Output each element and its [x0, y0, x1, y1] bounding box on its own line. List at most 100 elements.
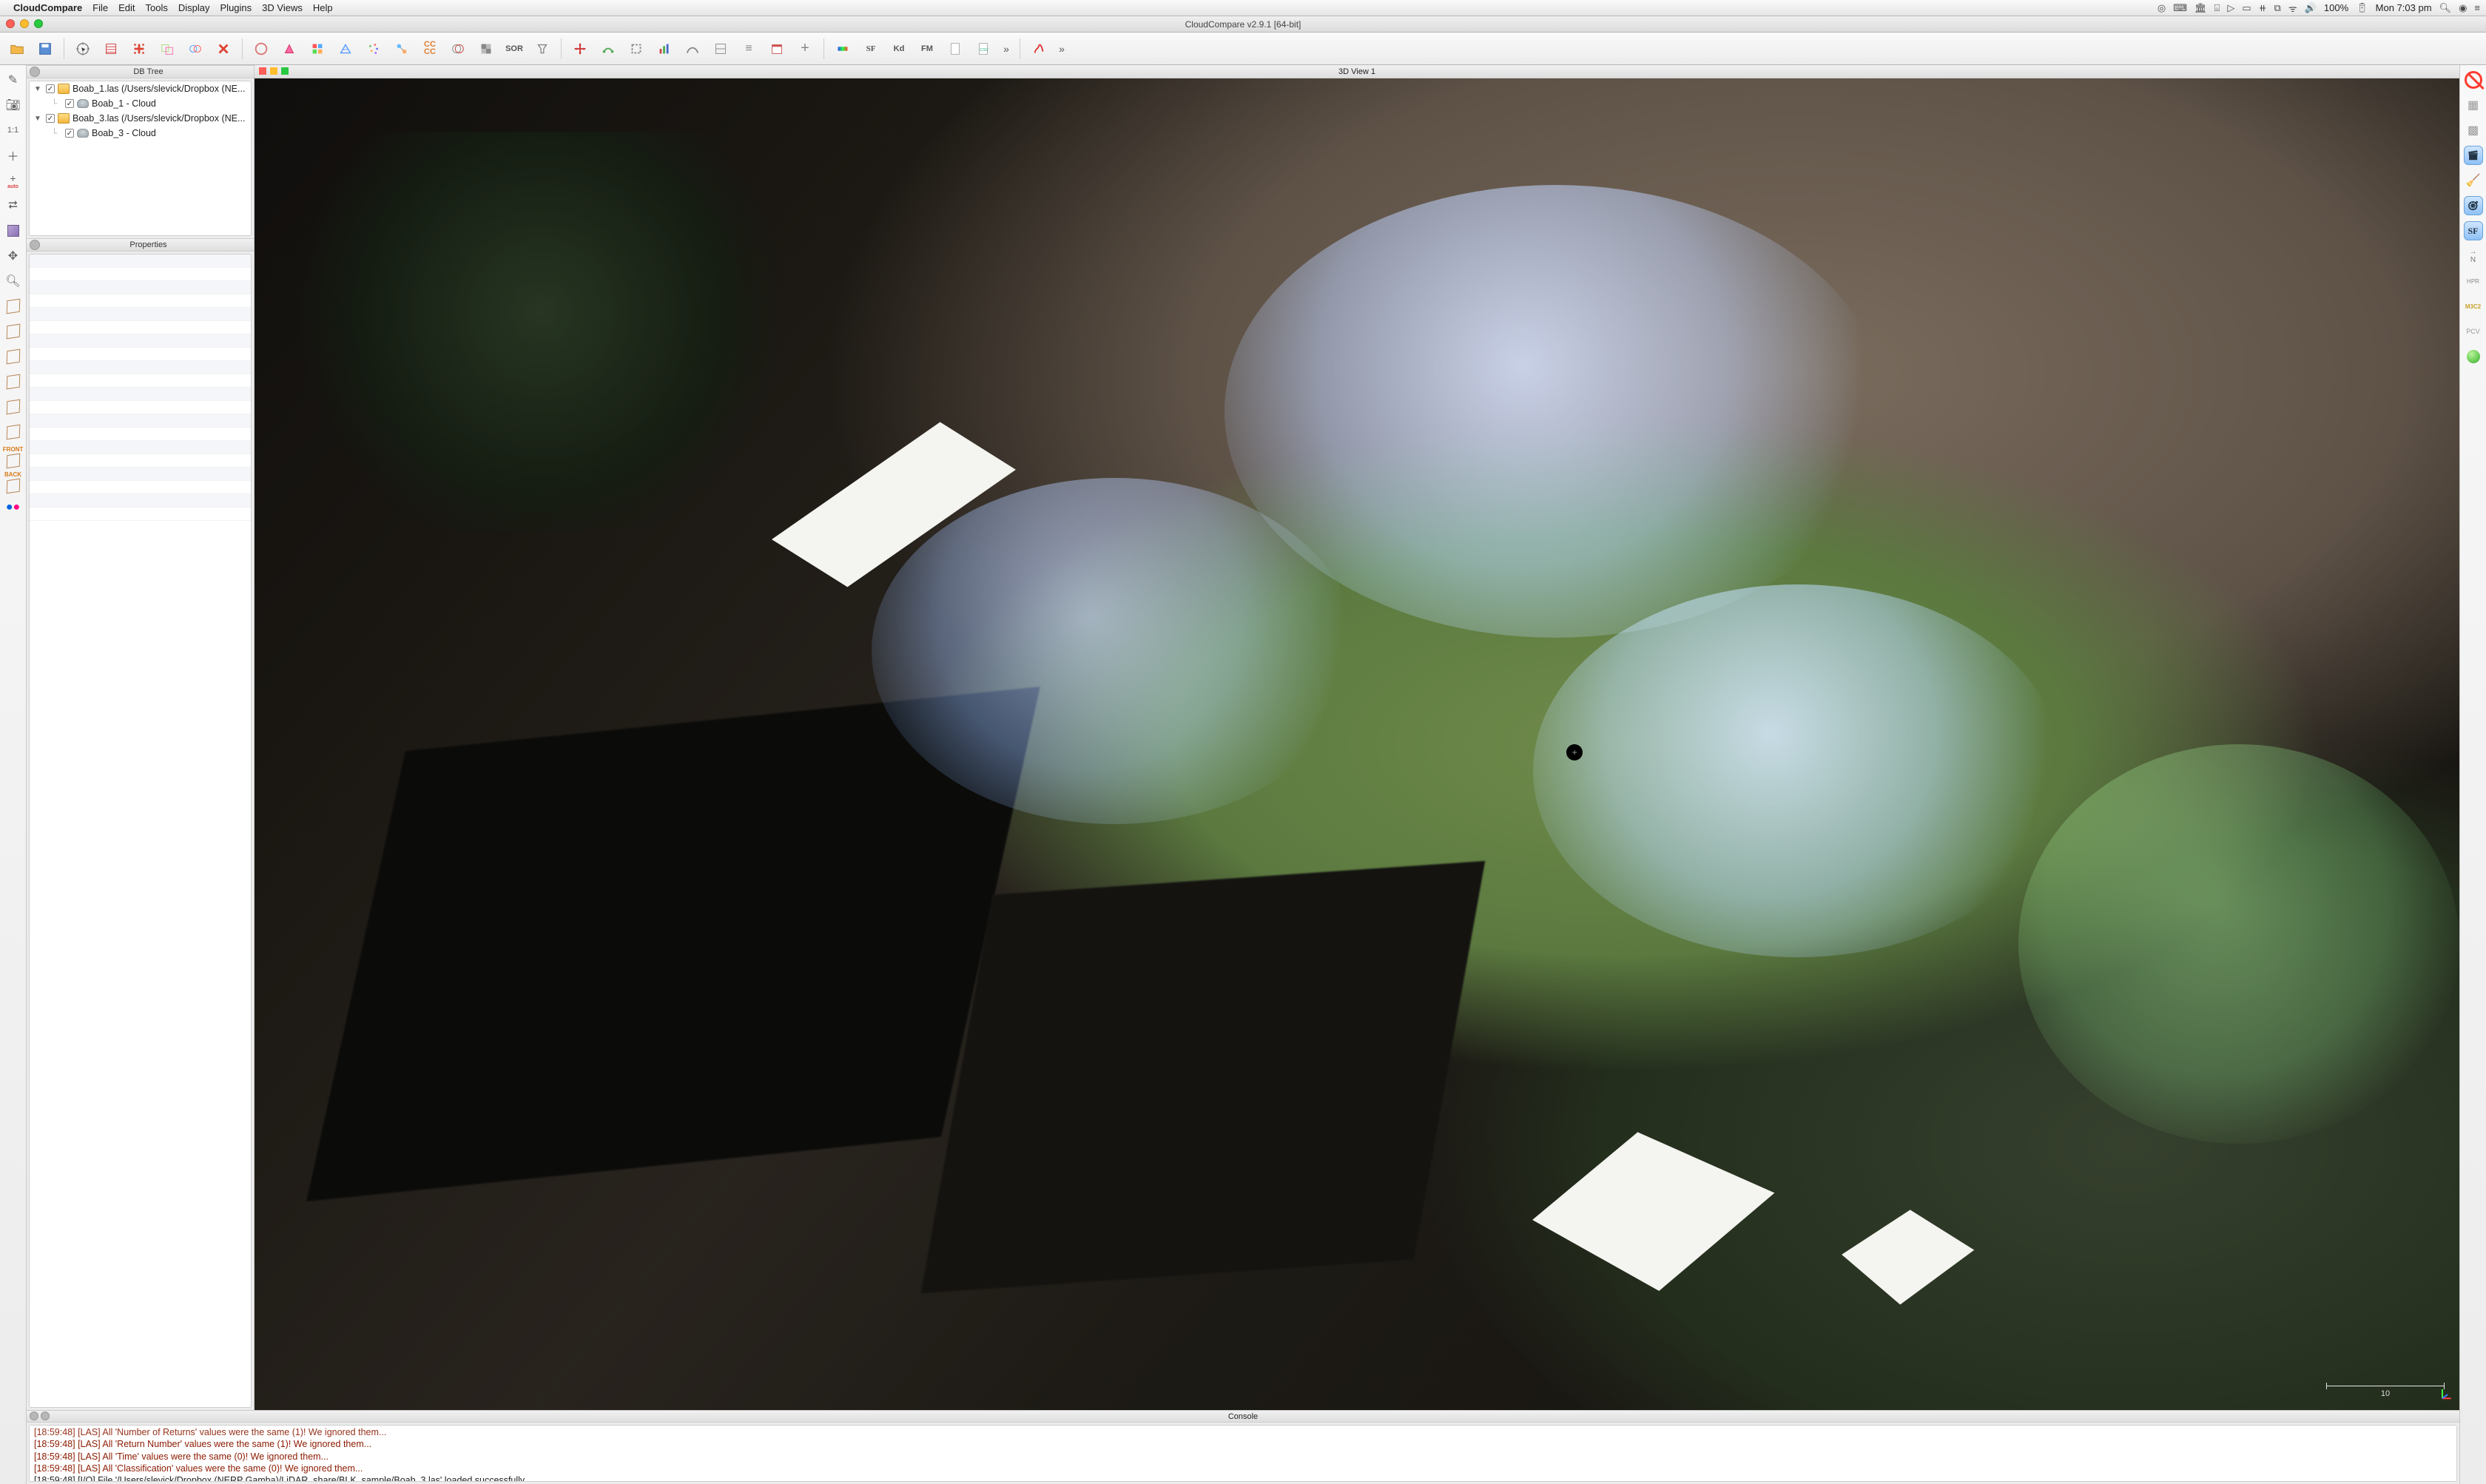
panel-pin-icon[interactable]: [30, 1412, 38, 1420]
status-wifi-icon[interactable]: ᯤ: [2288, 1, 2297, 15]
normals-button[interactable]: [277, 36, 302, 61]
toolbar-overflow-button[interactable]: »: [999, 36, 1014, 61]
status-bluetooth-icon[interactable]: ⧺: [2259, 2, 2267, 14]
compass-icon[interactable]: 🧭︎: [2463, 195, 2484, 216]
flickr-tool-icon[interactable]: ●●: [3, 497, 24, 518]
add-scalar-button[interactable]: +: [792, 36, 818, 61]
window-zoom-button[interactable]: [34, 19, 43, 28]
cube-tool-icon[interactable]: [3, 220, 24, 241]
view-back-label-icon[interactable]: BACK: [3, 472, 24, 493]
properties-button[interactable]: [98, 36, 124, 61]
camera-tool-icon[interactable]: 📷︎: [3, 95, 24, 115]
panel-pin-icon[interactable]: [30, 240, 40, 250]
mesh-button[interactable]: [333, 36, 358, 61]
merge-button[interactable]: [183, 36, 208, 61]
window-minimize-button[interactable]: [20, 19, 29, 28]
properties-header[interactable]: Properties: [27, 238, 254, 252]
tree-checkbox[interactable]: ✓: [46, 84, 55, 93]
status-play-icon[interactable]: ▷: [2227, 2, 2234, 14]
qsphere-plugin-icon[interactable]: [2463, 346, 2484, 367]
subwindow-zoom-button[interactable]: [281, 67, 289, 75]
status-battery-percent[interactable]: 100%: [2324, 2, 2348, 13]
status-volume-icon[interactable]: 🔊: [2305, 2, 2317, 14]
one-to-one-icon[interactable]: 1:1: [3, 120, 24, 141]
properties-panel[interactable]: [29, 254, 252, 1408]
edl-shader-icon[interactable]: ▦: [2463, 95, 2484, 115]
octree-button[interactable]: [305, 36, 330, 61]
view-top-icon[interactable]: [3, 296, 24, 317]
menu-plugins[interactable]: Plugins: [220, 2, 252, 13]
dbtree[interactable]: ▼ ✓ Boab_1.las (/Users/slevick/Dropbox (…: [29, 81, 252, 236]
menu-edit[interactable]: Edit: [118, 2, 135, 13]
crop-button[interactable]: [624, 36, 649, 61]
align-button[interactable]: [155, 36, 180, 61]
tree-disclosure-icon[interactable]: ▼: [34, 115, 43, 123]
hpr-plugin-icon[interactable]: HPR: [2463, 271, 2484, 291]
view-bottom-icon[interactable]: [3, 397, 24, 417]
tree-cloud-row[interactable]: └ ✓ Boab_1 - Cloud: [30, 96, 251, 111]
tree-file-row[interactable]: ▼ ✓ Boab_1.las (/Users/slevick/Dropbox (…: [30, 81, 251, 96]
movie-icon[interactable]: 🎬︎: [2463, 145, 2484, 166]
register-button[interactable]: [445, 36, 471, 61]
status-shield-icon[interactable]: ⌺: [2214, 2, 2220, 14]
pcv-plugin-icon[interactable]: PCV: [2463, 321, 2484, 342]
view-left-icon[interactable]: [3, 346, 24, 367]
tree-checkbox[interactable]: ✓: [65, 129, 74, 138]
status-display-icon[interactable]: ▭: [2242, 2, 2251, 14]
sor-filter-button[interactable]: SOR: [502, 36, 527, 61]
disable-button[interactable]: [2463, 70, 2484, 90]
panel-float-icon[interactable]: [41, 1412, 50, 1420]
zoom-tool-icon[interactable]: 🔍︎: [3, 271, 24, 291]
color-scale-button[interactable]: [830, 36, 855, 61]
sf-display-button[interactable]: SF: [858, 36, 883, 61]
menu-tools[interactable]: Tools: [146, 2, 168, 13]
swap-view-icon[interactable]: ⮂: [3, 195, 24, 216]
app-name[interactable]: CloudCompare: [13, 2, 82, 13]
tree-disclosure-icon[interactable]: ▼: [34, 85, 43, 93]
pdf-button[interactable]: [943, 36, 968, 61]
status-keyboard-icon[interactable]: ⌨︎: [2173, 2, 2187, 14]
console-header[interactable]: Console: [27, 1411, 2459, 1423]
open-button[interactable]: [4, 36, 30, 61]
view-back-icon[interactable]: [3, 422, 24, 442]
kd-button[interactable]: Kd: [886, 36, 912, 61]
broom-icon[interactable]: 🧹: [2463, 170, 2484, 191]
status-bank-icon[interactable]: 🏛︎: [2194, 2, 2207, 14]
cc-button[interactable]: CC CC: [417, 36, 442, 61]
filter-by-value-button[interactable]: ≡: [736, 36, 761, 61]
tree-checkbox[interactable]: ✓: [46, 114, 55, 123]
auto-center-icon[interactable]: +auto: [3, 170, 24, 191]
menu-display[interactable]: Display: [178, 2, 210, 13]
compute-sf-button[interactable]: [708, 36, 733, 61]
view-front-label-icon[interactable]: FRONT: [3, 447, 24, 468]
csv-button[interactable]: CSV: [971, 36, 996, 61]
sample-points-button[interactable]: [361, 36, 386, 61]
segment-button[interactable]: [596, 36, 621, 61]
plus-tool-icon[interactable]: ＋: [3, 145, 24, 166]
sf-plugin-icon[interactable]: SF: [2463, 220, 2484, 241]
segment-polyline-button[interactable]: [1026, 36, 1051, 61]
calendar-button[interactable]: [764, 36, 789, 61]
tree-checkbox[interactable]: ✓: [65, 99, 74, 108]
save-button[interactable]: [33, 36, 58, 61]
tree-cloud-row[interactable]: └ ✓ Boab_3 - Cloud: [30, 126, 251, 141]
filter-noise-button[interactable]: [530, 36, 555, 61]
window-close-button[interactable]: [6, 19, 15, 28]
view3d-header[interactable]: 3D View 1: [255, 65, 2459, 78]
move-tool-icon[interactable]: ✥: [3, 246, 24, 266]
console-body[interactable]: [18:59:48] [LAS] All 'Number of Returns'…: [29, 1425, 2457, 1482]
view-front-icon[interactable]: [3, 321, 24, 342]
subwindow-minimize-button[interactable]: [270, 67, 277, 75]
color-by-scalar-button[interactable]: [249, 36, 274, 61]
point-size-plus-button[interactable]: [127, 36, 152, 61]
window-titlebar[interactable]: CloudCompare v2.9.1 [64-bit]: [0, 16, 2486, 33]
toolbar-overflow-2-button[interactable]: »: [1054, 36, 1069, 61]
m3c2-plugin-icon[interactable]: M3C2: [2463, 296, 2484, 317]
status-battery-icon[interactable]: 🔋︎: [2356, 2, 2368, 14]
edit-tool-icon[interactable]: ✎: [3, 70, 24, 90]
subsample-grid-button[interactable]: [474, 36, 499, 61]
dbtree-header[interactable]: DB Tree: [27, 65, 254, 78]
status-siri-icon[interactable]: ◉: [2459, 2, 2467, 14]
histogram-button[interactable]: [652, 36, 677, 61]
view-right-icon[interactable]: [3, 371, 24, 392]
